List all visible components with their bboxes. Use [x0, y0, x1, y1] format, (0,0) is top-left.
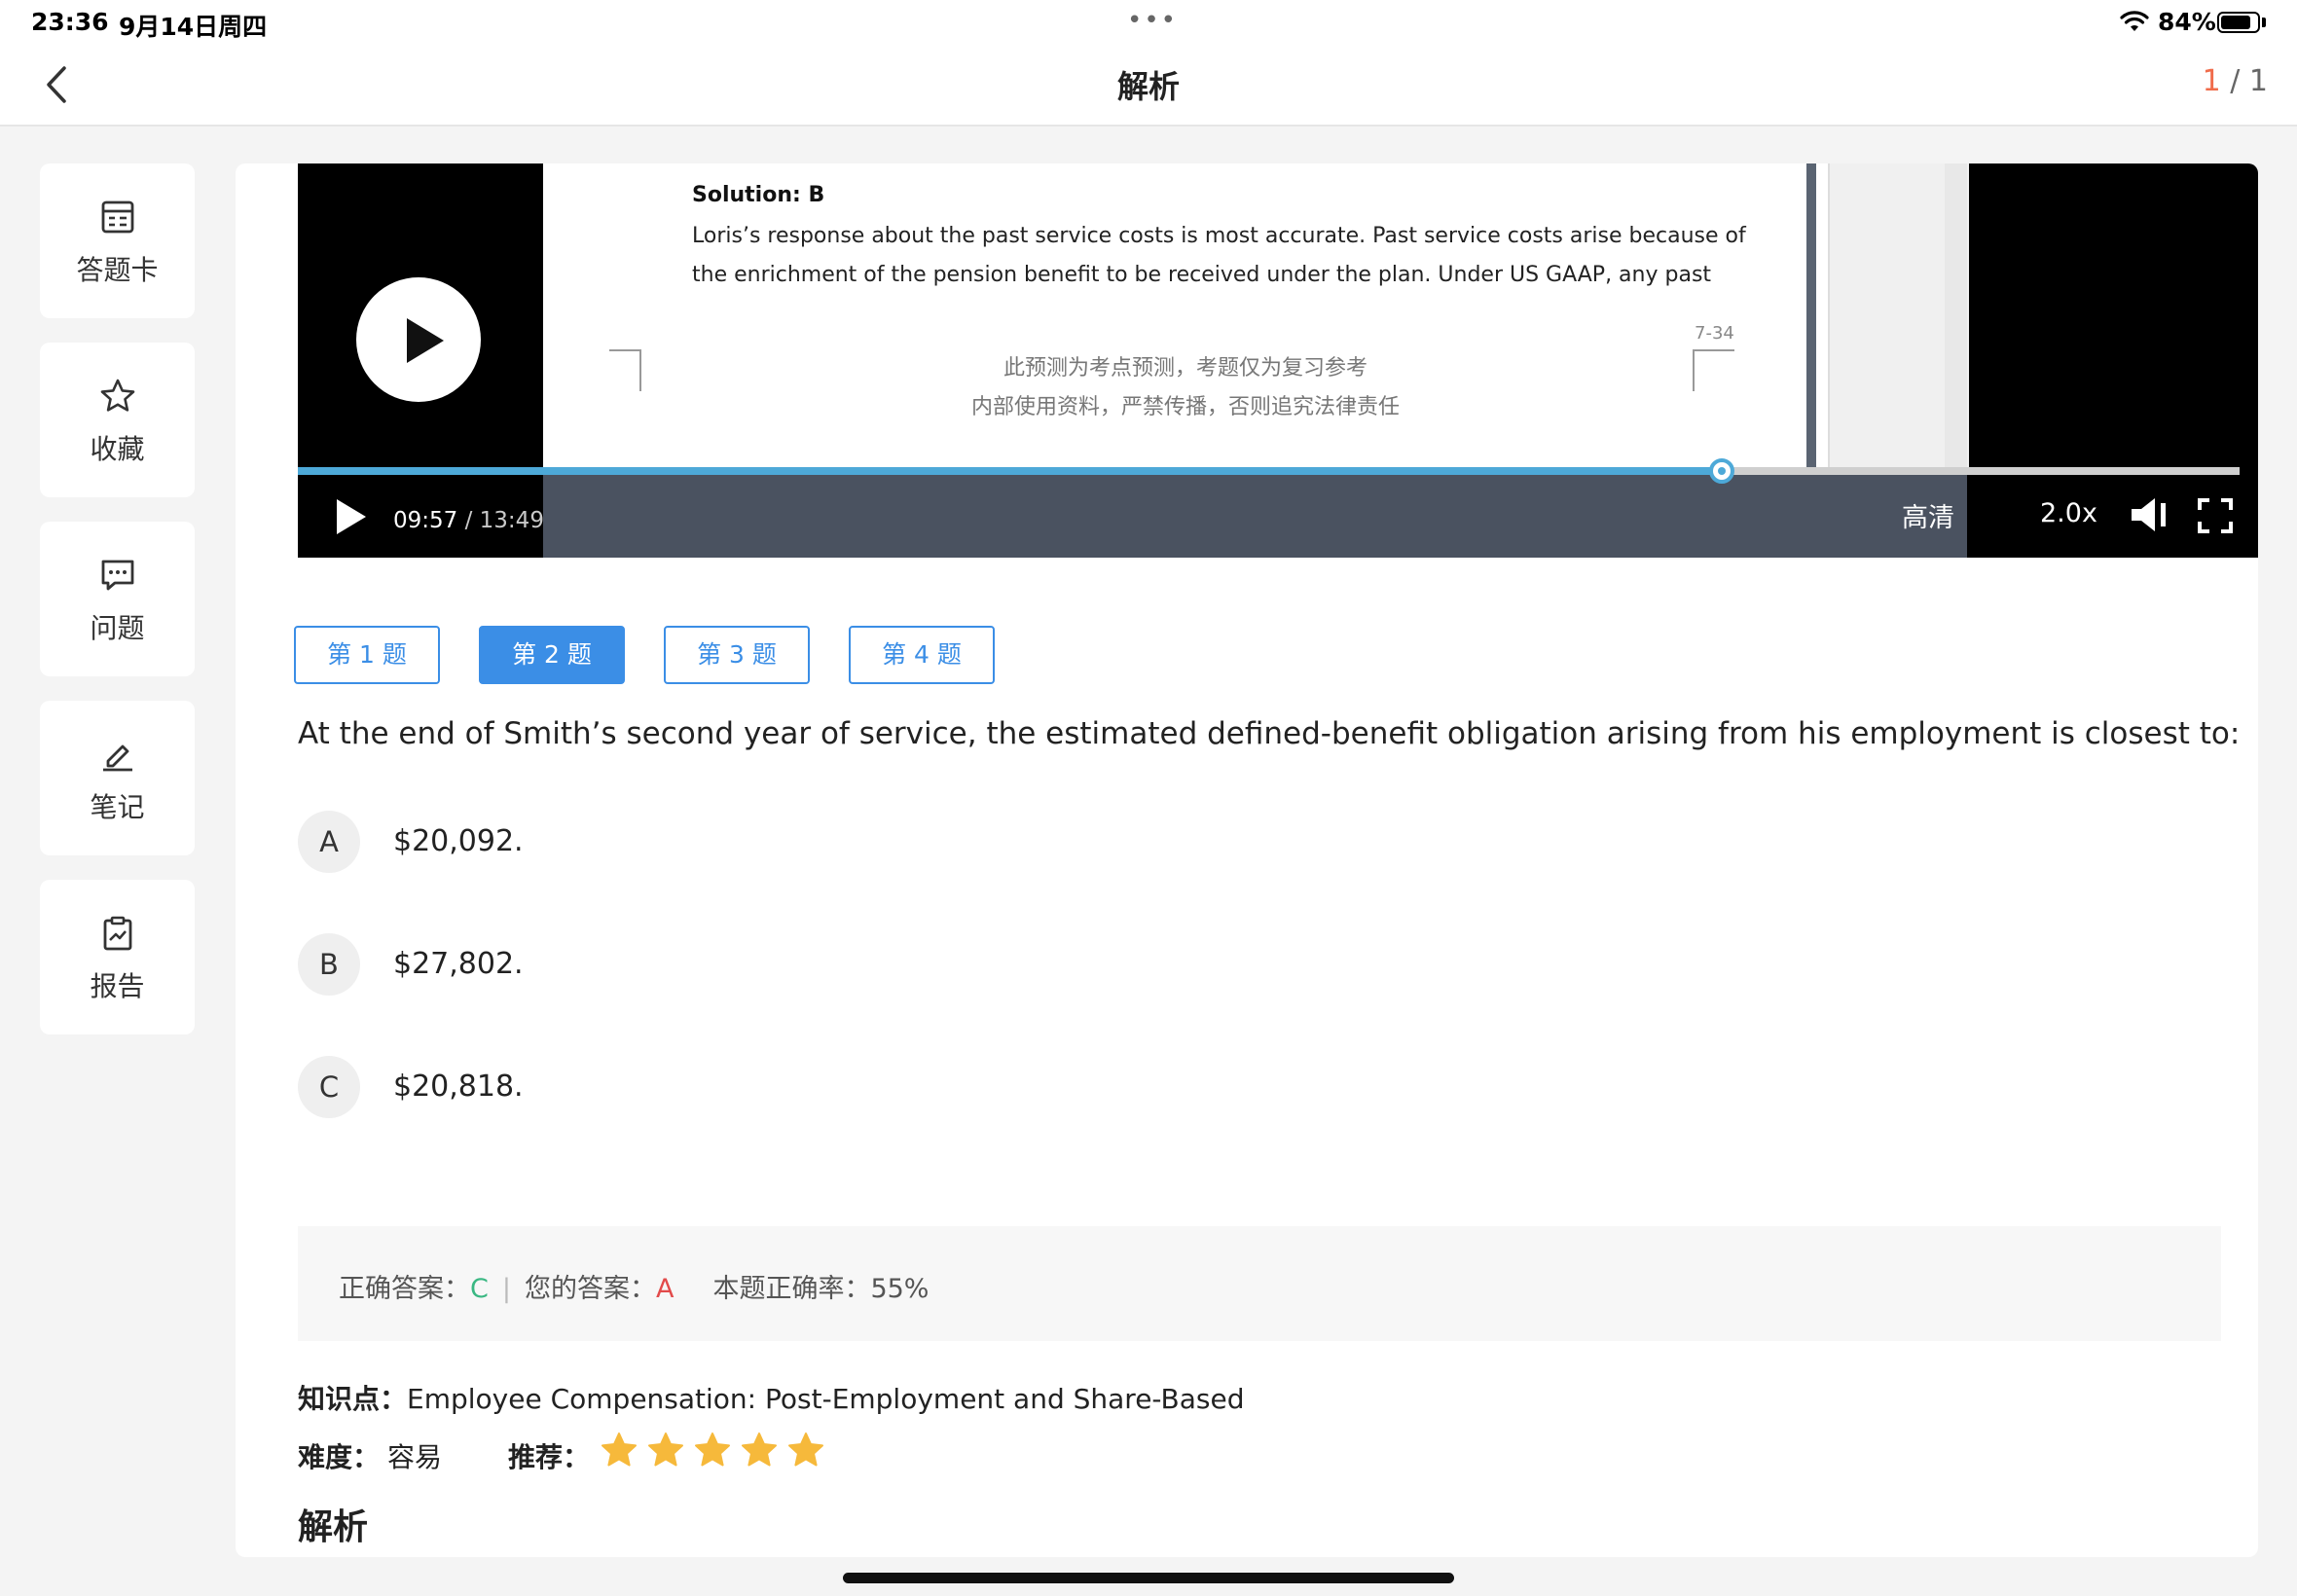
pen-icon — [103, 744, 132, 772]
slide-line: the enrichment of the pension benefit to… — [692, 263, 1712, 287]
tab-question-2[interactable]: 第 2 题 — [479, 626, 625, 684]
slide-text: Loris’s response about the past service … — [692, 217, 1792, 295]
tab-question-1[interactable]: 第 1 题 — [294, 626, 440, 684]
report-icon — [103, 916, 132, 951]
sidebar-item-question[interactable]: 问题 — [40, 522, 195, 676]
slide-watermark: 此预测为考点预测，考题仅为复习参考 — [1003, 356, 1367, 381]
sidebar-item-label: 收藏 — [90, 433, 145, 465]
control-bar — [543, 475, 1967, 558]
crop-mark-right — [1693, 349, 1734, 391]
multitask-dots-icon[interactable]: ••• — [1127, 6, 1178, 35]
difficulty-value: 容易 — [387, 1441, 443, 1473]
current-time: 09:57 — [393, 508, 458, 533]
status-time: 23:36 — [31, 8, 109, 36]
status-date: 9月14日周四 — [119, 13, 268, 41]
quality-button[interactable]: 高清 — [1902, 496, 1954, 534]
main-panel: Solution: B Loris’s response about the p… — [236, 163, 2258, 1557]
question-text: At the end of Smith’s second year of ser… — [298, 716, 2241, 751]
knowledge-label: 知识点： — [298, 1383, 408, 1415]
option-value: $20,818. — [393, 1070, 524, 1104]
page-current: 1 — [2202, 64, 2221, 98]
sidebar-item-notes[interactable]: 笔记 — [40, 701, 195, 855]
sidebar-item-answer-sheet[interactable]: 答题卡 — [40, 163, 195, 318]
slide-line: Loris’s response about the past service … — [692, 224, 1746, 248]
sidebar-item-favorite[interactable]: 收藏 — [40, 343, 195, 497]
fullscreen-icon[interactable] — [2198, 498, 2233, 533]
battery-tip — [2262, 18, 2266, 27]
video-time: 09:57 / 13:49 — [393, 508, 544, 533]
option-letter: C — [298, 1056, 360, 1118]
sidebar-item-label: 答题卡 — [76, 254, 159, 286]
slide-frame-edge — [1806, 163, 1816, 467]
star-icon — [788, 1433, 823, 1467]
difficulty-row: 难度： 容易 推荐： — [298, 1436, 590, 1475]
star-icon — [648, 1433, 683, 1467]
slide-solution: Solution: B — [692, 183, 825, 207]
nav-bar: 解析 1 / 1 — [0, 47, 2297, 127]
sidebar-item-label: 笔记 — [90, 791, 145, 823]
status-bar: 23:36 9月14日周四 ••• 84% — [0, 0, 2297, 47]
progress-fill — [298, 467, 1723, 475]
knowledge-value: Employee Compensation: Post-Employment a… — [407, 1383, 1245, 1415]
star-icon — [742, 1433, 777, 1467]
video-slide: Solution: B Loris’s response about the p… — [543, 163, 1969, 467]
progress-bar[interactable] — [298, 458, 2240, 484]
chat-icon — [101, 560, 134, 591]
knowledge-point: 知识点：Employee Compensation: Post-Employme… — [298, 1378, 1244, 1417]
answer-divider: | — [501, 1274, 511, 1304]
home-indicator[interactable] — [843, 1573, 1454, 1583]
page-title: 解析 — [1116, 68, 1180, 105]
volume-icon[interactable] — [2128, 494, 2176, 535]
star-icon — [695, 1433, 730, 1467]
slide-page-number: 7-34 — [1695, 323, 1734, 344]
wifi-icon — [2120, 11, 2149, 31]
your-answer-label: 您的答案： — [524, 1274, 656, 1304]
sidebar-item-label: 问题 — [90, 612, 145, 644]
battery-icon — [2217, 12, 2260, 33]
play-icon — [407, 318, 444, 363]
tab-question-3[interactable]: 第 3 题 — [664, 626, 810, 684]
answer-row: 正确答案：C | 您的答案：A 本题正确率：55% — [339, 1267, 929, 1305]
star-icon — [100, 379, 135, 412]
slide-scrollbar — [1945, 163, 1967, 467]
option-value: $27,802. — [393, 947, 524, 981]
accuracy-value: 55% — [870, 1274, 930, 1304]
analysis-heading: 解析 — [298, 1507, 369, 1547]
video-player[interactable]: Solution: B Loris’s response about the p… — [298, 163, 2258, 558]
sidebar-item-report[interactable]: 报告 — [40, 880, 195, 1034]
recommend-label: 推荐： — [508, 1441, 591, 1473]
battery-percent: 84% — [2158, 8, 2216, 36]
total-time: / 13:49 — [464, 508, 544, 533]
play-button[interactable] — [337, 499, 366, 534]
recommend-stars — [600, 1431, 833, 1469]
your-answer-value: A — [655, 1274, 675, 1304]
correct-answer-value: C — [470, 1274, 489, 1304]
crop-mark-left — [609, 349, 641, 391]
option-letter: A — [298, 811, 360, 873]
big-play-button[interactable] — [356, 277, 481, 402]
answer-sheet-icon — [101, 200, 134, 234]
accuracy-label: 本题正确率： — [712, 1274, 871, 1304]
answer-summary: 正确答案：C | 您的答案：A 本题正确率：55% — [298, 1226, 2221, 1341]
difficulty-label: 难度： — [298, 1441, 381, 1473]
page-total: / 1 — [2230, 64, 2268, 98]
tab-question-4[interactable]: 第 4 题 — [849, 626, 995, 684]
page-counter: 1 / 1 — [2203, 64, 2268, 98]
option-value: $20,092. — [393, 824, 524, 858]
speed-button[interactable]: 2.0x — [2040, 498, 2097, 528]
slide-watermark: 内部使用资料，严禁传播，否则追究法律责任 — [970, 395, 1400, 419]
option-letter: B — [298, 933, 360, 996]
sidebar-item-label: 报告 — [90, 970, 145, 1002]
correct-answer-label: 正确答案： — [339, 1274, 470, 1304]
star-icon — [602, 1433, 637, 1467]
